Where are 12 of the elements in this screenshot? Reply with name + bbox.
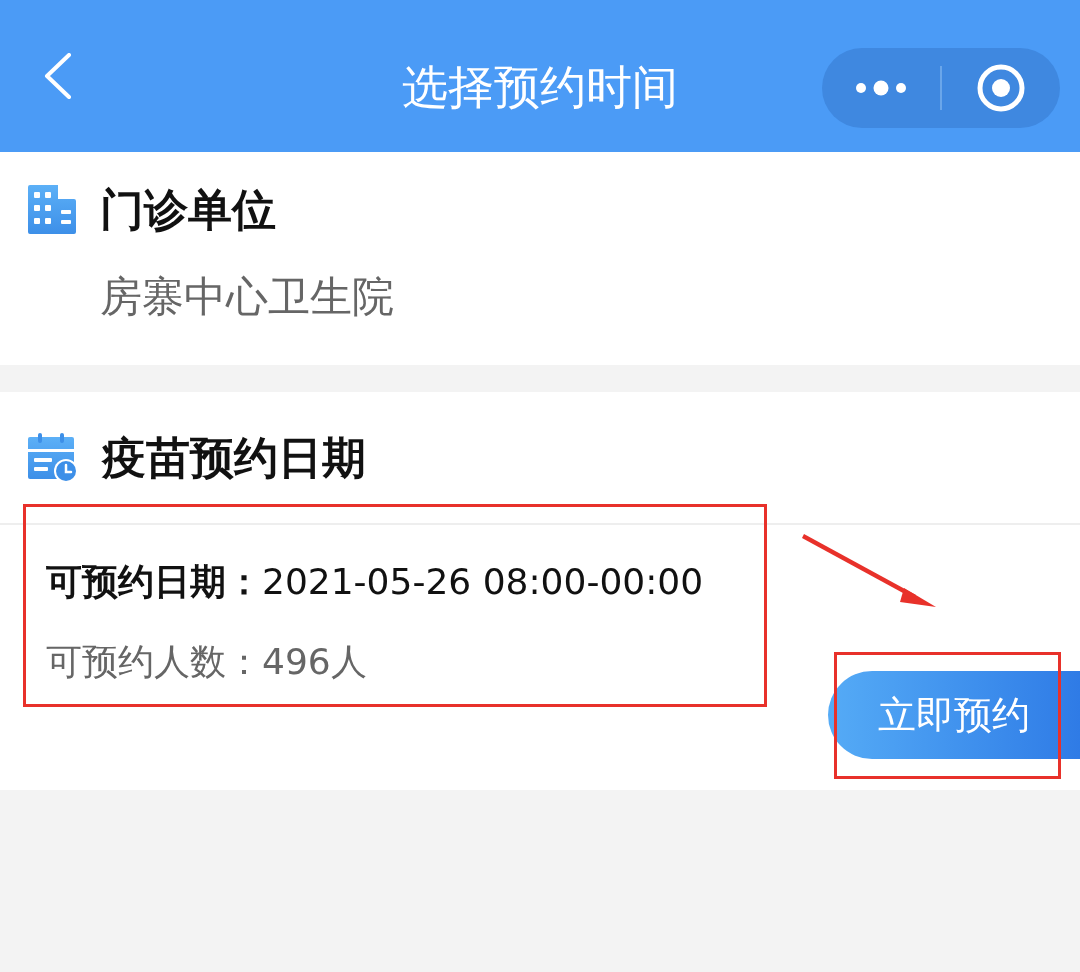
- page-title: 选择预约时间: [402, 60, 678, 115]
- unit-name: 房寨中心卫生院: [100, 272, 394, 322]
- available-date-text: 可预约日期：2021-05-26 08:00-00:00: [46, 560, 704, 604]
- more-dots-icon: [855, 80, 907, 96]
- section-title: 疫苗预约日期: [102, 432, 366, 484]
- target-circle-icon: [977, 64, 1025, 112]
- building-icon: [28, 185, 76, 234]
- back-chevron-icon: [43, 53, 73, 99]
- calendar-clock-icon: [28, 433, 78, 483]
- book-now-button[interactable]: 立即预约: [828, 671, 1080, 759]
- section-title: 门诊单位: [100, 183, 276, 236]
- available-count-text: 可预约人数：496人: [46, 640, 367, 684]
